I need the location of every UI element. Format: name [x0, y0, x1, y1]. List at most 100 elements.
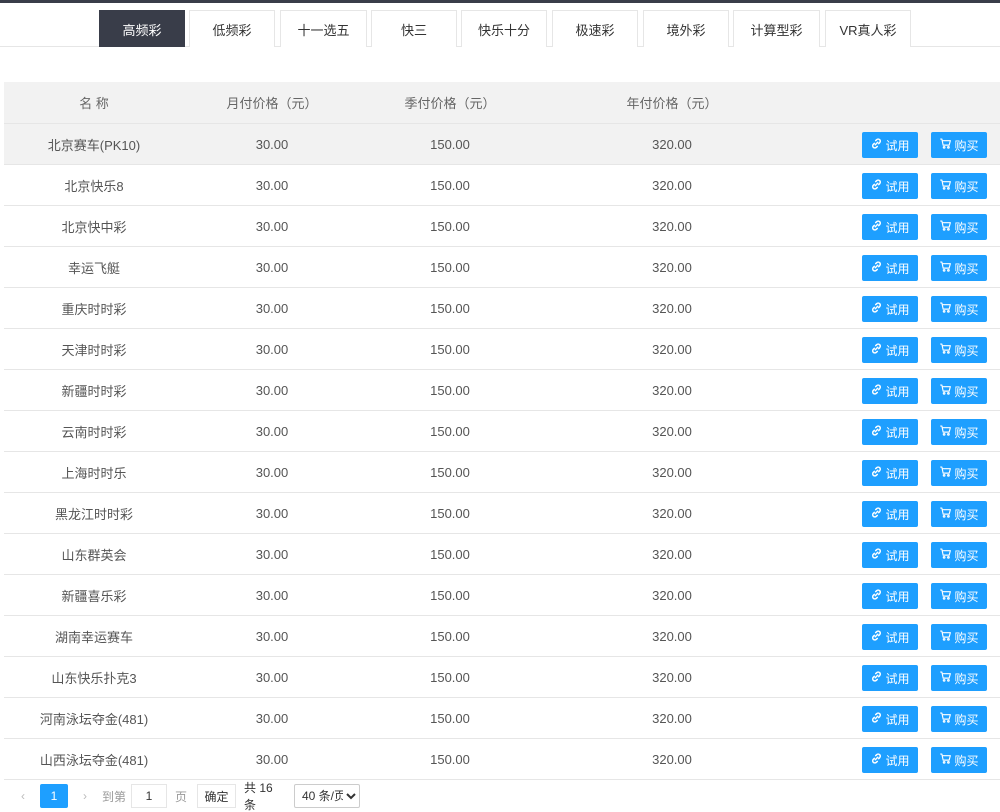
buy-button[interactable]: 购买 — [931, 378, 987, 404]
monthly-price: 30.00 — [255, 341, 289, 357]
goto-page-input[interactable] — [131, 784, 167, 808]
lottery-name: 新疆时时彩 — [61, 383, 127, 399]
try-button[interactable]: 试用 — [862, 747, 918, 773]
table-body: 北京赛车(PK10) 30.00 150.00 320.00 试用 购买 北京快乐8 30.0… — [4, 124, 1000, 780]
lottery-name: 湖南幸运赛车 — [54, 629, 133, 645]
yearly-price: 320.00 — [652, 669, 692, 685]
buy-button[interactable]: 购买 — [931, 501, 987, 527]
try-label: 试用 — [885, 425, 910, 440]
buy-label: 购买 — [954, 753, 979, 768]
total-count: 共 16 条 — [244, 781, 273, 812]
link-icon — [870, 424, 883, 440]
link-icon — [870, 670, 883, 686]
confirm-button[interactable]: 确定 — [197, 784, 236, 808]
lottery-name: 新疆喜乐彩 — [61, 588, 127, 604]
cart-icon — [939, 506, 952, 522]
try-label: 试用 — [885, 179, 910, 194]
tab-happy-ten[interactable]: 快乐十分 — [461, 10, 547, 47]
quarterly-price: 150.00 — [430, 136, 470, 152]
buy-button[interactable]: 购买 — [931, 706, 987, 732]
try-button[interactable]: 试用 — [862, 624, 918, 650]
page-size-select[interactable]: 40 条/页 — [294, 784, 360, 808]
try-button[interactable]: 试用 — [862, 665, 918, 691]
table-row: 新疆时时彩 30.00 150.00 320.00 试用 购买 — [4, 370, 1000, 411]
monthly-price: 30.00 — [255, 423, 289, 439]
monthly-price: 30.00 — [255, 505, 289, 521]
link-icon — [870, 588, 883, 604]
monthly-price: 30.00 — [255, 710, 289, 726]
table-row: 云南时时彩 30.00 150.00 320.00 试用 购买 — [4, 411, 1000, 452]
monthly-price: 30.00 — [255, 177, 289, 193]
page-number-current[interactable]: 1 — [40, 784, 68, 808]
table-row: 山西泳坛夺金(481) 30.00 150.00 320.00 试用 购买 — [4, 739, 1000, 780]
buy-button[interactable]: 购买 — [931, 419, 987, 445]
buy-button[interactable]: 购买 — [931, 747, 987, 773]
buy-button[interactable]: 购买 — [931, 173, 987, 199]
buy-label: 购买 — [954, 343, 979, 358]
table-row: 山东快乐扑克3 30.00 150.00 320.00 试用 购买 — [4, 657, 1000, 698]
buy-label: 购买 — [954, 302, 979, 317]
try-button[interactable]: 试用 — [862, 378, 918, 404]
link-icon — [870, 547, 883, 563]
chevron-right-icon[interactable]: › — [74, 784, 96, 808]
tab-eleven-pick-five[interactable]: 十一选五 — [280, 10, 367, 47]
tab-kuai-san[interactable]: 快三 — [371, 10, 457, 47]
try-label: 试用 — [885, 138, 910, 153]
link-icon — [870, 219, 883, 235]
buy-button[interactable]: 购买 — [931, 542, 987, 568]
cart-icon — [939, 588, 952, 604]
tab-vr-live[interactable]: VR真人彩 — [825, 10, 911, 47]
tab-overseas[interactable]: 境外彩 — [643, 10, 729, 47]
buy-button[interactable]: 购买 — [931, 132, 987, 158]
try-button[interactable]: 试用 — [862, 296, 918, 322]
cart-icon — [939, 670, 952, 686]
buy-button[interactable]: 购买 — [931, 337, 987, 363]
yearly-price: 320.00 — [652, 710, 692, 726]
lottery-name: 黑龙江时时彩 — [54, 506, 133, 522]
cart-icon — [939, 711, 952, 727]
monthly-price: 30.00 — [255, 751, 289, 767]
try-label: 试用 — [885, 302, 910, 317]
tab-high-frequency[interactable]: 高频彩 — [99, 10, 185, 47]
cart-icon — [939, 424, 952, 440]
monthly-price: 30.00 — [255, 628, 289, 644]
try-label: 试用 — [885, 548, 910, 563]
try-button[interactable]: 试用 — [862, 460, 918, 486]
tab-computed[interactable]: 计算型彩 — [733, 10, 820, 47]
header-name: 名 称 — [79, 96, 109, 111]
buy-button[interactable]: 购买 — [931, 583, 987, 609]
buy-button[interactable]: 购买 — [931, 624, 987, 650]
try-button[interactable]: 试用 — [862, 337, 918, 363]
buy-button[interactable]: 购买 — [931, 255, 987, 281]
link-icon — [870, 301, 883, 317]
link-icon — [870, 711, 883, 727]
tab-speed[interactable]: 极速彩 — [552, 10, 638, 47]
buy-label: 购买 — [954, 712, 979, 727]
link-icon — [870, 383, 883, 399]
table-row: 湖南幸运赛车 30.00 150.00 320.00 试用 购买 — [4, 616, 1000, 657]
yearly-price: 320.00 — [652, 423, 692, 439]
monthly-price: 30.00 — [255, 300, 289, 316]
try-button[interactable]: 试用 — [862, 501, 918, 527]
cart-icon — [939, 178, 952, 194]
buy-label: 购买 — [954, 630, 979, 645]
try-button[interactable]: 试用 — [862, 706, 918, 732]
try-button[interactable]: 试用 — [862, 255, 918, 281]
try-label: 试用 — [885, 589, 910, 604]
table-row: 河南泳坛夺金(481) 30.00 150.00 320.00 试用 购买 — [4, 698, 1000, 739]
buy-button[interactable]: 购买 — [931, 460, 987, 486]
buy-button[interactable]: 购买 — [931, 214, 987, 240]
buy-button[interactable]: 购买 — [931, 665, 987, 691]
try-button[interactable]: 试用 — [862, 132, 918, 158]
try-button[interactable]: 试用 — [862, 583, 918, 609]
buy-button[interactable]: 购买 — [931, 296, 987, 322]
try-button[interactable]: 试用 — [862, 542, 918, 568]
try-button[interactable]: 试用 — [862, 173, 918, 199]
try-button[interactable]: 试用 — [862, 419, 918, 445]
monthly-price: 30.00 — [255, 382, 289, 398]
tab-low-frequency[interactable]: 低频彩 — [189, 10, 275, 47]
try-label: 试用 — [885, 671, 910, 686]
chevron-left-icon[interactable]: ‹ — [12, 784, 34, 808]
yearly-price: 320.00 — [652, 300, 692, 316]
try-button[interactable]: 试用 — [862, 214, 918, 240]
